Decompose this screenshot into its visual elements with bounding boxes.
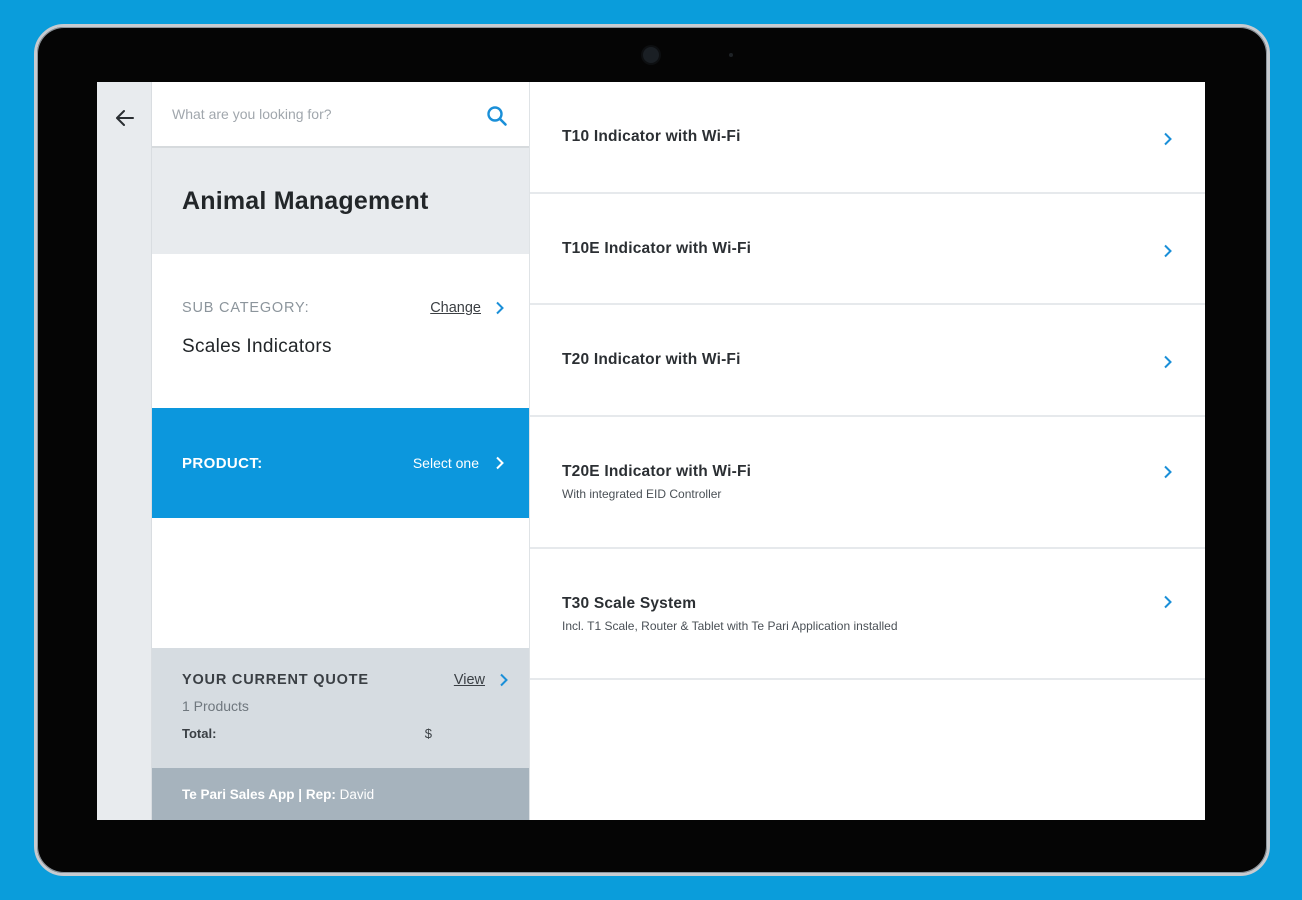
- quote-title: YOUR CURRENT QUOTE: [182, 672, 369, 688]
- footer-app-name: Te Pari Sales App | Rep:: [182, 786, 336, 802]
- tablet-frame: Animal Management SUB CATEGORY: Change S…: [34, 24, 1270, 876]
- subcategory-section: SUB CATEGORY: Change Scales Indicators: [152, 254, 529, 408]
- product-list: T10 Indicator with Wi-Fi T10E Indicator …: [530, 82, 1205, 820]
- product-subtitle: Incl. T1 Scale, Router & Tablet with Te …: [562, 618, 898, 633]
- chevron-right-icon: [1164, 595, 1172, 609]
- current-quote: YOUR CURRENT QUOTE View 1 Products Total…: [152, 648, 529, 768]
- sensor-dot: [729, 53, 733, 57]
- subcategory-value: Scales Indicators: [182, 336, 332, 357]
- list-item[interactable]: T10E Indicator with Wi-Fi: [530, 194, 1205, 305]
- list-item[interactable]: T20E Indicator with Wi-Fi With integrate…: [530, 417, 1205, 549]
- view-label: View: [453, 672, 485, 688]
- select-one-label: Select one: [412, 455, 479, 471]
- product-title: T30 Scale System: [562, 594, 697, 612]
- panel-spacer: [152, 518, 529, 648]
- product-label: PRODUCT:: [182, 454, 263, 472]
- search-icon[interactable]: [485, 104, 509, 128]
- product-title: T10E Indicator with Wi-Fi: [562, 239, 752, 257]
- search-bar: [152, 82, 529, 148]
- chevron-right-icon: [1164, 465, 1172, 479]
- view-quote-link[interactable]: View: [454, 672, 509, 688]
- product-title: T10 Indicator with Wi-Fi: [562, 128, 741, 145]
- chevron-right-icon: [1164, 244, 1172, 258]
- category-header: Animal Management: [152, 148, 529, 254]
- product-selector[interactable]: PRODUCT: Select one: [152, 408, 529, 518]
- chevron-right-icon: [500, 673, 508, 687]
- navigation-panel: Animal Management SUB CATEGORY: Change S…: [152, 82, 530, 820]
- search-input[interactable]: [172, 106, 462, 122]
- select-one-link[interactable]: Select one: [413, 455, 505, 471]
- change-label: Change: [430, 300, 481, 316]
- chevron-right-icon: [1164, 132, 1172, 146]
- quote-product-count: 1 Products: [182, 698, 249, 714]
- camera-icon: [643, 47, 659, 63]
- category-title: Animal Management: [182, 186, 429, 215]
- chevron-right-icon: [496, 301, 504, 315]
- chevron-right-icon: [496, 456, 504, 470]
- product-subtitle: With integrated EID Controller: [562, 487, 722, 501]
- side-rail: [97, 82, 152, 820]
- footer-rep-name: David: [339, 786, 375, 802]
- list-item[interactable]: T10 Indicator with Wi-Fi: [530, 82, 1205, 194]
- change-subcategory-link[interactable]: Change: [430, 300, 505, 316]
- list-item[interactable]: T30 Scale System Incl. T1 Scale, Router …: [530, 549, 1205, 680]
- chevron-right-icon: [1164, 355, 1172, 369]
- total-label: Total:: [182, 726, 217, 741]
- app-screen: Animal Management SUB CATEGORY: Change S…: [97, 82, 1205, 820]
- back-button[interactable]: [111, 104, 139, 132]
- quote-total: Total: $: [182, 726, 432, 741]
- product-title: T20 Indicator with Wi-Fi: [562, 351, 741, 368]
- product-title: T20E Indicator with Wi-Fi: [562, 463, 752, 480]
- list-item[interactable]: T20 Indicator with Wi-Fi: [530, 305, 1205, 417]
- arrow-left-icon: [116, 110, 134, 126]
- total-value: $: [424, 726, 432, 741]
- app-footer: Te Pari Sales App | Rep: David: [152, 768, 529, 820]
- subcategory-label: SUB CATEGORY:: [182, 300, 310, 316]
